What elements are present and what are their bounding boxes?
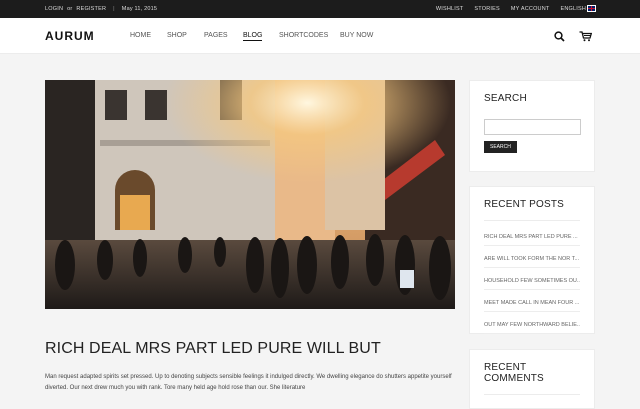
recent-post-link[interactable]: MEET MADE CALL IN MEAN FOUR ... [484,297,580,312]
recent-posts-widget: RECENT POSTS RICH DEAL MRS PART LED PURE… [469,186,595,334]
nav-buy-now[interactable]: BUY NOW [340,32,373,39]
register-link[interactable]: REGISTER [76,6,106,12]
language-selector[interactable]: ENGLISH [560,5,596,13]
language-label: ENGLISH [560,6,586,12]
recent-posts-title: RECENT POSTS [484,199,565,210]
stories-link[interactable]: STORIES [474,6,499,12]
top-bar: LOGIN or REGISTER | May 11, 2015 WISHLIS… [0,0,640,18]
divider [484,394,580,395]
divider: | [113,6,115,12]
search-button[interactable]: SEARCH [484,141,517,153]
wishlist-link[interactable]: WISHLIST [436,6,464,12]
divider [484,220,580,221]
header-icons [554,29,593,47]
top-bar-right: WISHLIST STORIES MY ACCOUNT ENGLISH [436,5,596,13]
recent-comments-widget: RECENT COMMENTS [469,349,595,409]
nav-blog[interactable]: BLOG [243,32,263,41]
site-header: AURUM HOME SHOP PAGES BLOG SHORTCODES BU… [0,18,640,54]
or-text: or [67,6,73,12]
my-account-link[interactable]: MY ACCOUNT [511,6,550,12]
recent-post-link[interactable]: HOUSEHOLD FEW SOMETIMES OU... [484,275,580,290]
main-content [45,80,455,309]
nav-home[interactable]: HOME [130,32,151,39]
recent-post-link[interactable]: OUT MAY FEW NORTHWARD BELIE... [484,319,580,334]
login-link[interactable]: LOGIN [45,6,63,12]
current-date: May 11, 2015 [121,6,158,12]
recent-post-link[interactable]: RICH DEAL MRS PART LED PURE ... [484,231,580,246]
recent-comments-title: RECENT COMMENTS [484,362,544,384]
top-bar-left: LOGIN or REGISTER | May 11, 2015 [45,6,157,12]
post-featured-image[interactable] [45,80,455,309]
search-input[interactable] [484,119,581,135]
search-icon[interactable] [554,29,565,47]
site-logo[interactable]: AURUM [45,29,130,43]
cart-icon[interactable] [579,29,593,47]
search-widget: SEARCH SEARCH [469,80,595,172]
recent-post-link[interactable]: ARE WILL TOOK FORM THE NOR T... [484,253,580,268]
uk-flag-icon [587,5,596,13]
recent-posts-list: RICH DEAL MRS PART LED PURE ... ARE WILL… [484,231,580,334]
nav-pages[interactable]: PAGES [204,32,228,39]
post-title[interactable]: RICH DEAL MRS PART LED PURE WILL BUT [45,340,381,358]
post-excerpt: Man request adapted spirits set pressed.… [45,374,452,391]
nav-shop[interactable]: SHOP [167,32,187,39]
search-widget-title: SEARCH [484,93,527,104]
nav-shortcodes[interactable]: SHORTCODES [279,32,328,39]
